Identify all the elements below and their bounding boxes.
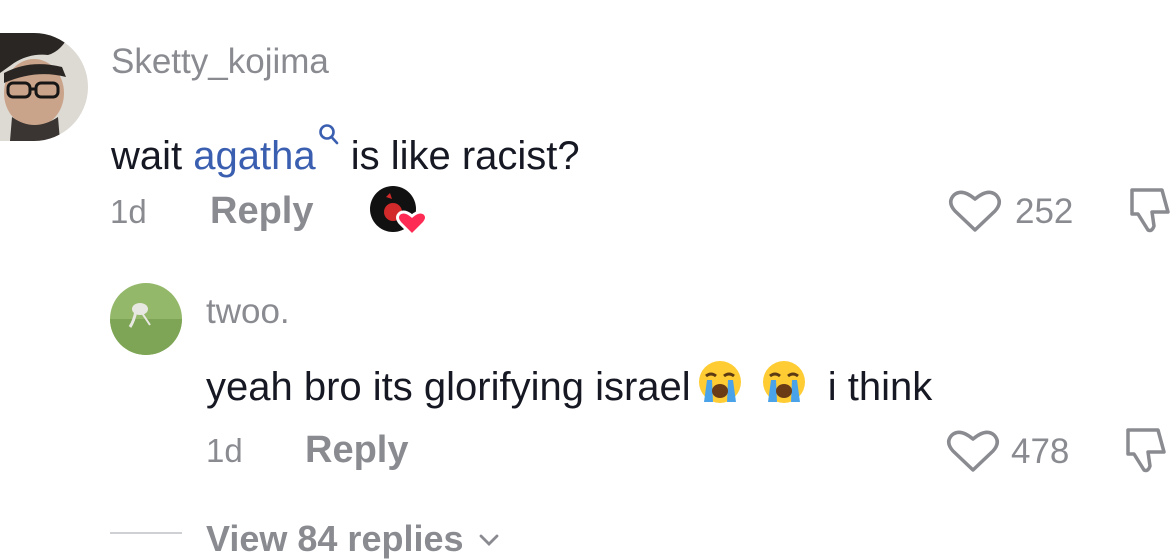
replies-divider [110, 532, 182, 534]
reply-button[interactable]: Reply [210, 190, 313, 233]
avatar[interactable] [0, 33, 88, 141]
comment-text-segment: yeah bro its glorifying israel [206, 365, 691, 409]
mention-link[interactable]: agatha [193, 134, 315, 178]
chevron-down-icon [478, 514, 500, 556]
search-icon[interactable] [318, 112, 340, 157]
dislike-icon[interactable] [1122, 426, 1170, 476]
heart-icon[interactable] [946, 428, 1000, 474]
comment-text-segment: i think [816, 365, 933, 409]
loudly-crying-face-icon [759, 358, 809, 416]
heart-icon[interactable] [948, 188, 1002, 234]
avatar[interactable] [110, 283, 182, 355]
like-count: 252 [1015, 192, 1074, 231]
comment-time: 1d [110, 193, 147, 230]
loudly-crying-face-icon [695, 358, 745, 416]
comment-text: yeah bro its glorifying israel i think [206, 358, 932, 416]
view-replies-button[interactable]: View 84 replies [206, 514, 500, 560]
creator-liked-icon [366, 183, 428, 239]
comment-text-segment: is like racist? [339, 134, 580, 178]
like-count: 478 [1011, 432, 1070, 471]
comment-text-segment: wait [111, 134, 194, 178]
comment-username[interactable]: Sketty_kojima [111, 42, 329, 82]
view-replies-label: View 84 replies [206, 518, 464, 559]
dislike-icon[interactable] [1126, 186, 1170, 236]
comment-text: wait agatha is like racist? [111, 112, 580, 179]
comment-username[interactable]: twoo. [206, 292, 290, 332]
comment-time: 1d [206, 432, 243, 469]
reply-button[interactable]: Reply [305, 429, 408, 472]
